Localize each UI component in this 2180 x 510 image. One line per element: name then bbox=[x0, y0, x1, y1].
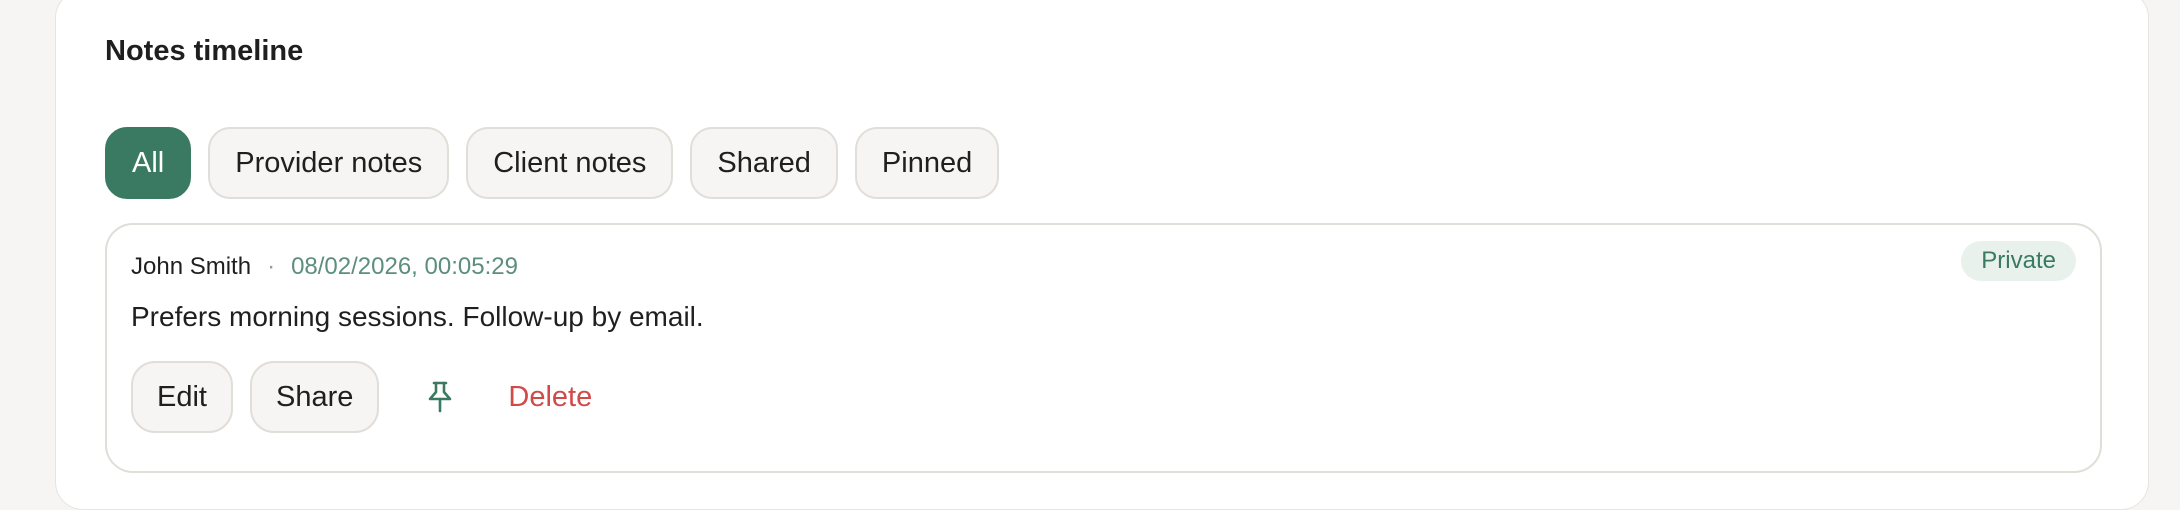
filter-provider-notes[interactable]: Provider notes bbox=[208, 127, 450, 199]
notes-timeline-panel: Notes timeline All Provider notes Client… bbox=[55, 0, 2149, 510]
note-card: John Smith · 08/02/2026, 00:05:29 Privat… bbox=[105, 223, 2102, 473]
share-button[interactable]: Share bbox=[249, 361, 380, 433]
filter-tabs: All Provider notes Client notes Shared P… bbox=[105, 127, 1000, 199]
filter-shared[interactable]: Shared bbox=[690, 127, 838, 199]
note-author: John Smith bbox=[131, 253, 252, 280]
note-body: Prefers morning sessions. Follow-up by e… bbox=[131, 301, 704, 332]
note-timestamp: 08/02/2026, 00:05:29 bbox=[291, 253, 518, 280]
note-meta: John Smith · 08/02/2026, 00:05:29 bbox=[131, 247, 518, 287]
section-title: Notes timeline bbox=[105, 35, 304, 67]
delete-button[interactable]: Delete bbox=[496, 361, 604, 433]
filter-client-notes[interactable]: Client notes bbox=[466, 127, 674, 199]
filter-pinned[interactable]: Pinned bbox=[854, 127, 1000, 199]
pin-button[interactable] bbox=[404, 361, 476, 433]
edit-button[interactable]: Edit bbox=[131, 361, 233, 433]
visibility-badge: Private bbox=[1961, 241, 2076, 281]
meta-separator: · bbox=[267, 253, 276, 280]
filter-all[interactable]: All bbox=[105, 127, 192, 199]
note-actions: Edit Share Delete bbox=[131, 361, 604, 433]
pin-icon bbox=[429, 381, 452, 413]
